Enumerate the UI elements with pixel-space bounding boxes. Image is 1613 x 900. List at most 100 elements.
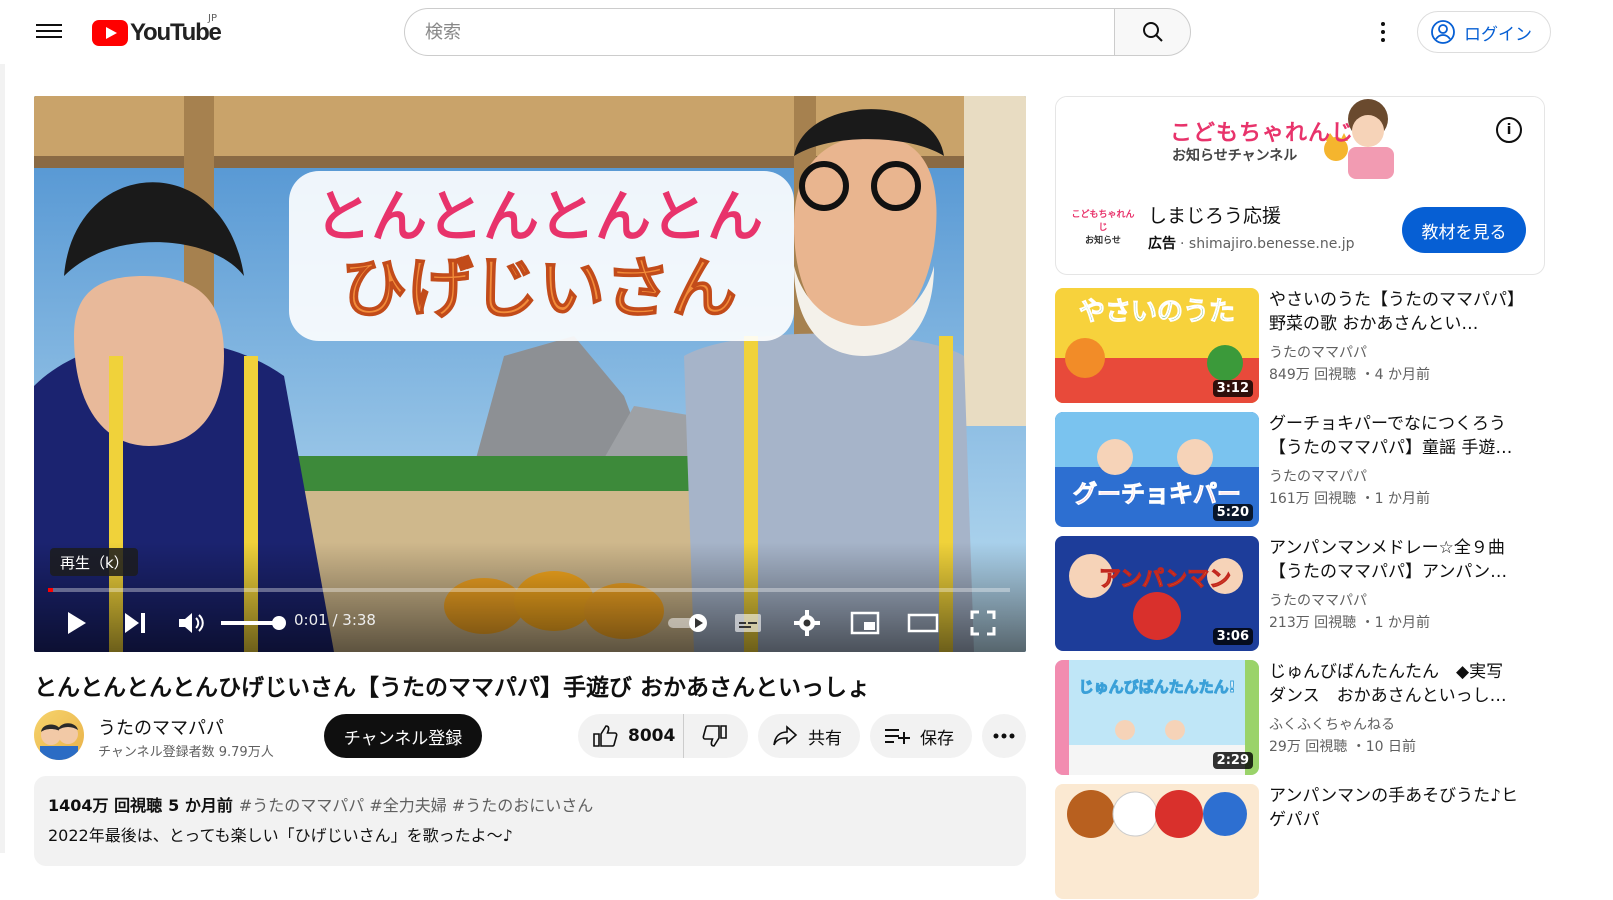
ad-subline: 広告 · shimajiro.benesse.ne.jp (1148, 236, 1355, 252)
subtitles-icon (735, 614, 761, 632)
more-horizontal-icon (993, 733, 1015, 739)
like-dislike-group: 8004 (578, 714, 748, 758)
mute-button[interactable] (176, 606, 206, 640)
search-icon (1142, 22, 1163, 42)
rec-title[interactable]: グーチョキパーでなにつくろう【うたのママパパ】童謡 手遊… (1269, 412, 1519, 460)
rec-title[interactable]: アンパンマンメドレー☆全９曲【うたのママパパ】アンパン… (1269, 536, 1519, 584)
next-button[interactable] (120, 606, 150, 640)
search-button[interactable] (1114, 8, 1191, 56)
avatar-illustration (40, 723, 78, 760)
duration-badge: 2:29 (1212, 752, 1253, 769)
video-thumbnail[interactable]: アンパンマン 3:06 (1055, 536, 1259, 651)
video-title: とんとんとんとんひげじいさん【うたのママパパ】手遊び おかあさんといっしょ (34, 675, 871, 701)
fullscreen-icon (970, 610, 996, 636)
recommended-video[interactable]: グーチョキパー 5:20 グーチョキパーでなにつくろう【うたのママパパ】童謡 手… (1055, 412, 1545, 528)
volume-slider[interactable] (221, 616, 286, 630)
video-player[interactable]: とんとんとんとん ひげじいさん (34, 96, 1026, 652)
subscribe-button[interactable]: チャンネル登録 (324, 714, 482, 758)
rec-title[interactable]: じゅんびばんたんたん ◆実写ダンス おかあさんといっし… (1269, 660, 1519, 708)
duration-badge: 3:12 (1212, 380, 1253, 397)
rec-channel[interactable]: ふくふくちゃんねる (1269, 714, 1395, 734)
volume-icon (179, 613, 204, 633)
login-label: ログイン (1464, 24, 1532, 45)
video-thumbnail[interactable]: じゅんびばんたんたん! 2:29 (1055, 660, 1259, 775)
recommended-video[interactable]: やさいのうた 3:12 やさいのうた【うたのママパパ】野菜の歌 おかあさんとい…… (1055, 288, 1545, 404)
fullscreen-button[interactable] (968, 606, 998, 640)
subtitles-button[interactable] (732, 606, 764, 640)
ad-channel-logo[interactable]: こどもちゃれんじ お知らせ (1070, 209, 1136, 246)
view-count: 1404万 回視聴 (48, 796, 163, 815)
ad-info-icon[interactable]: i (1496, 117, 1522, 143)
ad-domain: shimajiro.benesse.ne.jp (1188, 236, 1355, 252)
login-button[interactable]: ログイン (1417, 11, 1551, 53)
dislike-button[interactable] (684, 714, 746, 758)
thumbs-up-icon (593, 725, 618, 747)
rec-channel[interactable]: うたのママパパ (1269, 590, 1367, 610)
video-thumbnail[interactable] (1055, 784, 1259, 899)
rec-channel[interactable]: うたのママパパ (1269, 342, 1367, 362)
recommended-video[interactable]: じゅんびばんたんたん! 2:29 じゅんびばんたんたん ◆実写ダンス おかあさん… (1055, 660, 1545, 776)
miniplayer-button[interactable] (848, 606, 882, 640)
ad-logo-line1: こどもちゃれんじ (1071, 210, 1135, 233)
recommended-video[interactable]: アンパンマン 3:06 アンパンマンメドレー☆全９曲【うたのママパパ】アンパン…… (1055, 536, 1545, 652)
autoplay-icon (668, 614, 707, 632)
search-input[interactable] (425, 21, 1114, 43)
rec-title[interactable]: アンパンマンの手あそびうた♪ヒゲパパ (1269, 784, 1519, 832)
progress-fill (48, 588, 53, 592)
autoplay-toggle[interactable] (666, 606, 710, 640)
subscriber-count: チャンネル登録者数 9.79万人 (98, 745, 274, 760)
recommended-video[interactable]: アンパンマンの手あそびうた♪ヒゲパパ (1055, 784, 1545, 900)
video-thumbnail[interactable]: やさいのうた 3:12 (1055, 288, 1259, 403)
thumbnail-image (1055, 784, 1259, 899)
progress-bar[interactable] (48, 588, 1010, 592)
rec-meta: 849万 回視聴 ・4 か月前 (1269, 367, 1430, 383)
time-display: 0:01 / 3:38 (294, 611, 376, 629)
play-button[interactable] (62, 606, 92, 640)
play-tooltip: 再生（k） (50, 548, 138, 576)
thumbs-down-icon (702, 725, 727, 747)
rec-title[interactable]: やさいのうた【うたのママパパ】野菜の歌 おかあさんとい… (1269, 288, 1519, 336)
top-bar: YouTube JP ログイン (0, 0, 1613, 64)
rec-meta: 213万 回視聴 ・1 か月前 (1269, 615, 1430, 631)
like-count: 8004 (628, 726, 676, 746)
hashtags[interactable]: #うたのママパパ #全力夫婦 #うたのおにいさん (239, 796, 593, 815)
channel-name[interactable]: うたのママパパ (98, 714, 224, 740)
add-to-playlist-icon (885, 729, 910, 744)
ad-card[interactable]: こどもちゃれんじ お知らせチャンネル i こどもちゃれんじ お知らせ しまじろう… (1055, 96, 1545, 275)
theater-mode-button[interactable] (906, 606, 940, 640)
share-button[interactable]: 共有 (758, 714, 860, 758)
menu-icon[interactable] (36, 20, 62, 44)
next-icon (125, 613, 145, 633)
ad-cta-button[interactable]: 教材を見る (1402, 207, 1526, 253)
ad-logo-line2: お知らせ (1085, 236, 1121, 246)
youtube-logo[interactable]: YouTube (92, 18, 222, 48)
settings-button[interactable] (792, 606, 822, 640)
volume-fill (221, 621, 279, 625)
video-thumbnail[interactable]: グーチョキパー 5:20 (1055, 412, 1259, 527)
save-button[interactable]: 保存 (870, 714, 972, 758)
like-button[interactable]: 8004 (578, 714, 684, 758)
duration-badge: 3:06 (1212, 628, 1253, 645)
more-actions-button[interactable] (982, 714, 1026, 758)
share-icon (773, 725, 798, 746)
left-edge (0, 64, 5, 853)
share-label: 共有 (808, 728, 842, 749)
gear-icon (794, 610, 820, 636)
volume-knob[interactable] (272, 616, 286, 630)
thumb-text: やさいのうた (1079, 297, 1235, 327)
theater-icon (907, 613, 939, 633)
rec-meta: 29万 回視聴 ・10 日前 (1269, 739, 1416, 755)
rec-channel[interactable]: うたのママパパ (1269, 466, 1367, 486)
player-controls: 0:01 / 3:38 (34, 598, 1026, 648)
ad-brand: こどもちゃれんじ (1170, 121, 1355, 146)
country-code: JP (208, 13, 217, 24)
account-icon (1431, 20, 1455, 44)
ad-title[interactable]: しまじろう応援 (1148, 201, 1281, 228)
owner-row: うたのママパパ チャンネル登録者数 9.79万人 チャンネル登録 8004 共有… (34, 708, 1026, 764)
description-text: 2022年最後は、とっても楽しい「ひげじいさん」を歌ったよ〜♪ (48, 826, 513, 845)
channel-avatar[interactable] (34, 710, 84, 760)
thumb-text: じゅんびばんたんたん! (1079, 678, 1236, 696)
upload-age: 5 か月前 (168, 796, 233, 815)
search-box (404, 8, 1114, 56)
more-options-icon[interactable] (1372, 18, 1394, 46)
